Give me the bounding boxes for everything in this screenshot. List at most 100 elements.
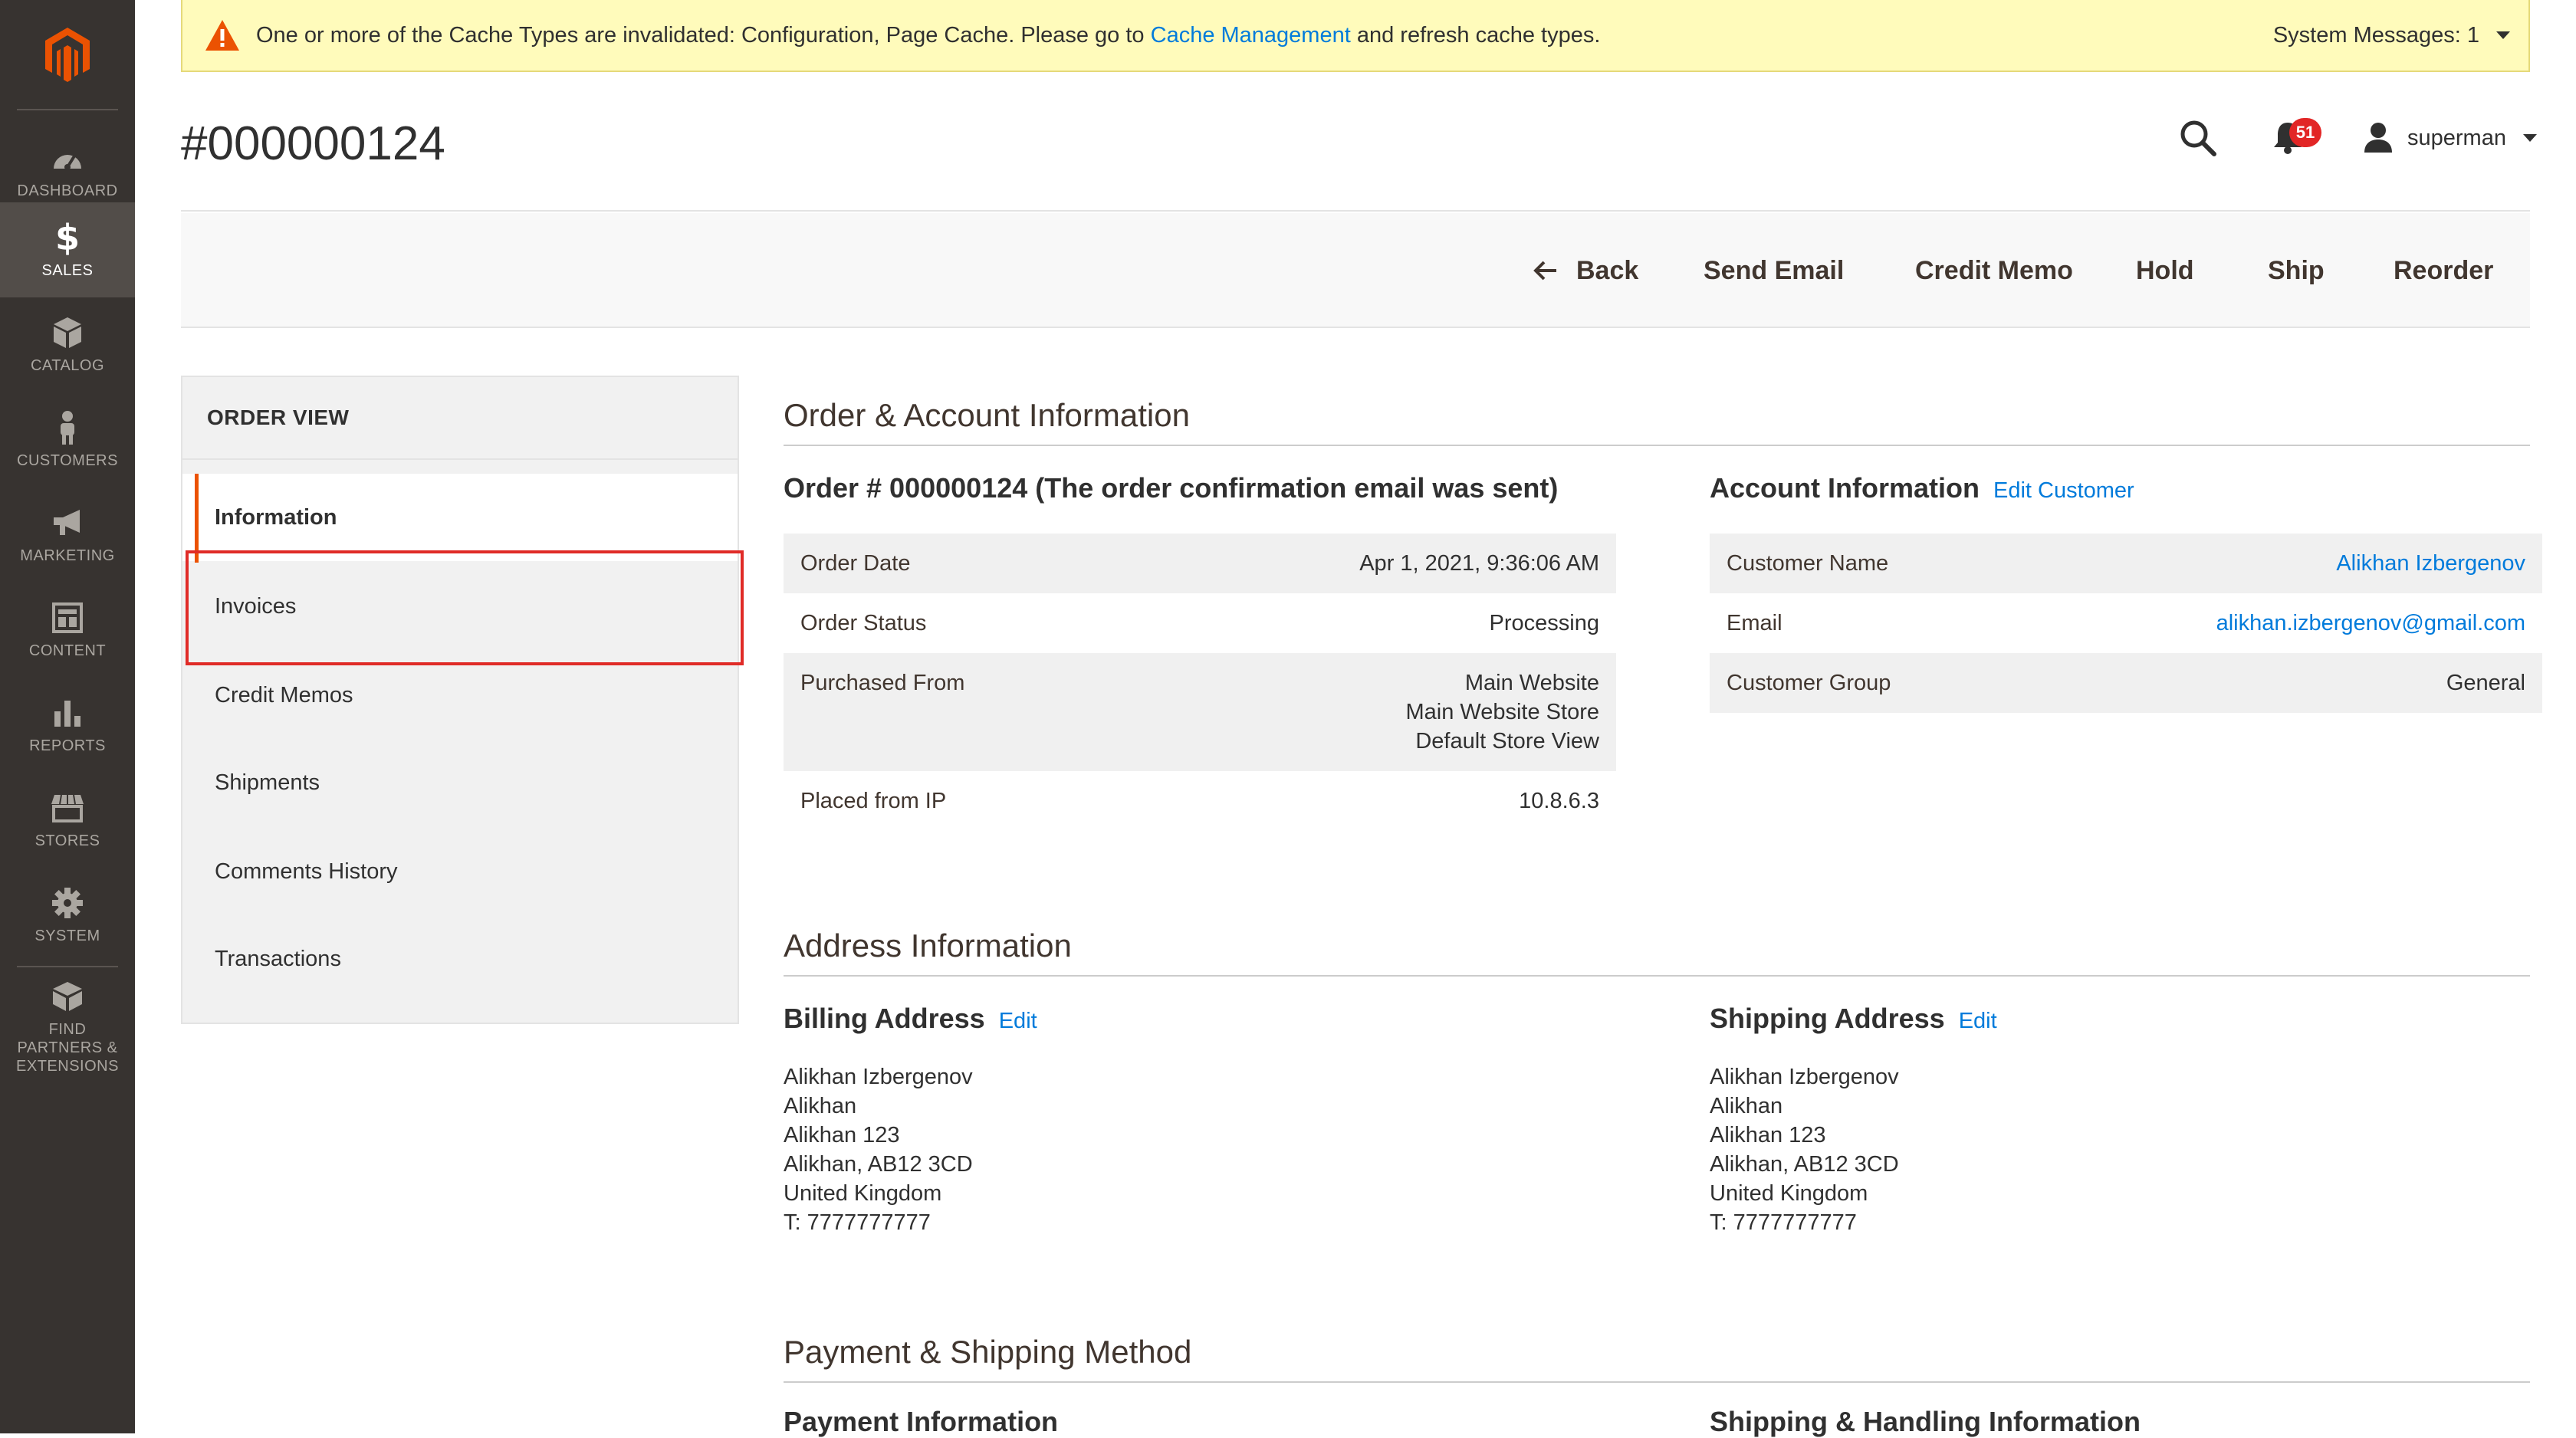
gear-icon xyxy=(50,885,85,921)
back-button[interactable]: Back xyxy=(1533,213,1638,328)
sidebar-item-label: SYSTEM xyxy=(34,927,100,944)
address-line: Alikhan 123 xyxy=(1710,1123,1826,1147)
magento-logo-icon xyxy=(45,28,90,82)
edit-billing-address-link[interactable]: Edit xyxy=(999,1009,1037,1033)
sidebar-item-system[interactable]: SYSTEM xyxy=(0,868,135,963)
warning-icon xyxy=(205,20,239,51)
tab-transactions[interactable]: Transactions xyxy=(182,915,738,1003)
username: superman xyxy=(2407,125,2506,150)
account-info-table: Customer Name Alikhan Izbergenov Email a… xyxy=(1710,534,2542,713)
order-row-status: Order Status Processing xyxy=(784,593,1616,653)
store-view-name: Default Store View xyxy=(1415,729,1599,753)
order-row-date: Order Date Apr 1, 2021, 9:36:06 AM xyxy=(784,534,1616,593)
billing-address-block: Alikhan Izbergenov Alikhan Alikhan 123 A… xyxy=(784,1062,973,1237)
address-line: T: 7777777777 xyxy=(784,1210,931,1235)
shipping-address-heading: Shipping Address Edit xyxy=(1710,1003,1997,1035)
sidebar-item-sales[interactable]: $ SALES xyxy=(0,202,135,297)
sidebar-item-marketing[interactable]: MARKETING xyxy=(0,488,135,583)
section-divider xyxy=(784,975,2530,977)
search-icon[interactable] xyxy=(2179,119,2217,157)
sidebar-item-label: CONTENT xyxy=(28,642,107,659)
tab-comments-history[interactable]: Comments History xyxy=(182,828,738,915)
customer-name-link[interactable]: Alikhan Izbergenov xyxy=(2336,551,2525,576)
hold-button[interactable]: Hold xyxy=(2136,213,2194,328)
sidebar-divider xyxy=(17,109,118,110)
back-button-label: Back xyxy=(1576,255,1639,285)
credit-memo-button[interactable]: Credit Memo xyxy=(1915,213,2073,328)
row-value: Processing xyxy=(1489,610,1599,635)
address-line: Alikhan, AB12 3CD xyxy=(784,1152,973,1177)
page-title: #000000124 xyxy=(181,117,445,170)
user-menu[interactable]: superman xyxy=(2363,120,2537,156)
tab-shipments[interactable]: Shipments xyxy=(182,739,738,826)
reorder-button[interactable]: Reorder xyxy=(2394,213,2493,328)
order-row-purchased-from: Purchased From Main Website Main Website… xyxy=(784,653,1616,771)
sidebar-item-label: MARKETING xyxy=(20,547,115,564)
address-section-title: Address Information xyxy=(784,927,1072,964)
sidebar-item-customers[interactable]: CUSTOMERS xyxy=(0,392,135,488)
row-label: Customer Group xyxy=(1727,670,1891,695)
address-line: Alikhan, AB12 3CD xyxy=(1710,1152,1899,1177)
bar-chart-icon xyxy=(50,695,85,730)
account-row-group: Customer Group General xyxy=(1710,653,2542,713)
sidebar-item-find-partners[interactable]: FIND PARTNERS & EXTENSIONS xyxy=(0,973,135,1081)
store-name: Main Website Store xyxy=(1405,700,1599,724)
customer-email-link[interactable]: alikhan.izbergenov@gmail.com xyxy=(2216,611,2525,636)
magento-logo[interactable] xyxy=(0,0,135,109)
order-account-section-title: Order & Account Information xyxy=(784,397,1190,433)
chevron-down-icon xyxy=(2522,134,2537,142)
shipping-heading-text: Shipping Address xyxy=(1710,1003,1945,1034)
address-line: Alikhan xyxy=(784,1094,857,1118)
address-line: Alikhan Izbergenov xyxy=(784,1065,973,1089)
account-heading-text: Account Information xyxy=(1710,472,1980,504)
admin-sidebar: DASHBOARD $ SALES CATALOG CUSTOMERS MARK… xyxy=(0,0,135,1433)
order-heading: Order # 000000124 (The order confirmatio… xyxy=(784,472,1559,504)
address-line: United Kingdom xyxy=(784,1181,942,1206)
account-row-name: Customer Name Alikhan Izbergenov xyxy=(1710,534,2542,593)
store-icon xyxy=(50,790,85,826)
sidebar-item-label: FIND PARTNERS & EXTENSIONS xyxy=(16,1021,119,1075)
account-heading: Account Information Edit Customer xyxy=(1710,472,2134,504)
arrow-left-icon xyxy=(1533,261,1556,281)
notifications-badge: 51 xyxy=(2289,118,2321,147)
section-divider xyxy=(784,1381,2530,1383)
dashboard-icon xyxy=(50,140,85,176)
account-row-email: Email alikhan.izbergenov@gmail.com xyxy=(1710,593,2542,653)
sidebar-item-content[interactable]: CONTENT xyxy=(0,583,135,678)
partners-icon xyxy=(50,979,85,1014)
send-email-button[interactable]: Send Email xyxy=(1704,213,1844,328)
sidebar-divider xyxy=(17,966,118,967)
system-message-text: One or more of the Cache Types are inval… xyxy=(256,23,1600,48)
sidebar-item-catalog[interactable]: CATALOG xyxy=(0,297,135,392)
sidebar-item-label: STORES xyxy=(34,832,100,849)
row-label: Order Date xyxy=(800,550,911,576)
row-label: Order Status xyxy=(800,610,927,635)
system-messages-count: System Messages: 1 xyxy=(2272,22,2479,48)
sidebar-item-label: REPORTS xyxy=(29,737,106,754)
order-row-ip: Placed from IP 10.8.6.3 xyxy=(784,771,1616,831)
row-value: 10.8.6.3 xyxy=(1519,788,1599,813)
megaphone-icon xyxy=(50,505,85,540)
address-line: Alikhan xyxy=(1710,1094,1783,1118)
sidebar-item-stores[interactable]: STORES xyxy=(0,773,135,868)
edit-customer-link[interactable]: Edit Customer xyxy=(1993,478,2134,503)
sidebar-item-label: CATALOG xyxy=(30,357,105,374)
user-icon xyxy=(2364,123,2392,153)
billing-address-heading: Billing Address Edit xyxy=(784,1003,1037,1035)
system-messages-dropdown[interactable]: System Messages: 1 xyxy=(2273,0,2510,71)
website-name: Main Website xyxy=(1464,671,1599,695)
row-value: Main Website Main Website Store Default … xyxy=(1405,668,1599,771)
row-label: Placed from IP xyxy=(800,788,947,813)
tab-information[interactable]: Information xyxy=(182,474,738,561)
invoices-highlight-box xyxy=(186,550,744,665)
sidebar-item-reports[interactable]: REPORTS xyxy=(0,678,135,773)
sidebar-item-label: DASHBOARD xyxy=(17,182,118,199)
ship-button[interactable]: Ship xyxy=(2268,213,2325,328)
system-message-suffix: and refresh cache types. xyxy=(1350,22,1601,48)
cache-management-link[interactable]: Cache Management xyxy=(1151,23,1351,48)
row-value: General xyxy=(2446,670,2525,695)
system-message-bar: One or more of the Cache Types are inval… xyxy=(181,0,2530,72)
edit-shipping-address-link[interactable]: Edit xyxy=(1959,1009,1997,1033)
sidebar-item-label: CUSTOMERS xyxy=(17,452,118,469)
box-icon xyxy=(50,315,85,350)
